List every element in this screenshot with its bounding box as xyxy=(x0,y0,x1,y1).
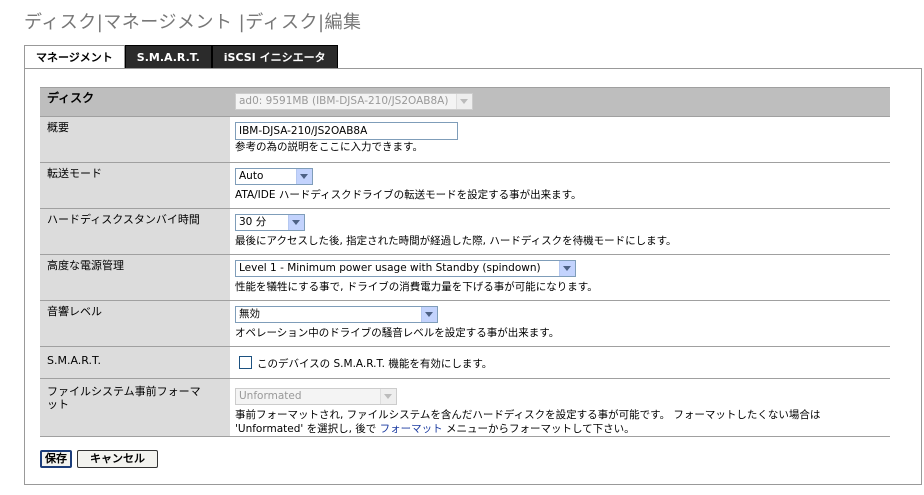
form-row-smart: S.M.A.R.T. このデバイスの S.M.A.R.T. 機能を有効にします。 xyxy=(40,346,890,379)
transfer-mode-help: ATA/IDE ハードディスクドライブの転送モードを設定する事が出来ます。 xyxy=(235,189,582,201)
acoustic-select-value: 無効 xyxy=(239,308,260,320)
power-value-cell: Level 1 - Minimum power usage with Stand… xyxy=(230,254,890,301)
form-row-standby: ハードディスクスタンバイ時間 30 分 最後にアクセスした後, 指定された時間が… xyxy=(40,208,890,255)
form-row-transfer-mode: 転送モード Auto ATA/IDE ハードディスクドライブの転送モードを設定す… xyxy=(40,162,890,209)
disk-select-value: ad0: 9591MB (IBM-DJSA-210/JS2OAB8A) xyxy=(239,95,449,107)
chevron-down-icon xyxy=(421,307,437,322)
preformat-select-value: Unformated xyxy=(239,390,302,402)
form-row-acoustic: 音響レベル 無効 オペレーション中のドライブの騒音レベルを設定する事が出来ます。 xyxy=(40,300,890,347)
tab-smart[interactable]: S.M.A.R.T. xyxy=(124,45,212,69)
standby-select-value: 30 分 xyxy=(239,216,267,228)
tab-bar: マネージメント S.M.A.R.T. iSCSI イニシエータ xyxy=(24,45,338,69)
transfer-mode-value-cell: Auto ATA/IDE ハードディスクドライブの転送モードを設定する事が出来ま… xyxy=(230,162,890,209)
acoustic-label: 音響レベル xyxy=(40,300,230,347)
disk-value-cell: ad0: 9591MB (IBM-DJSA-210/JS2OAB8A) xyxy=(230,87,890,117)
acoustic-value-cell: 無効 オペレーション中のドライブの騒音レベルを設定する事が出来ます。 xyxy=(230,300,890,347)
cancel-button[interactable]: キャンセル xyxy=(77,450,158,468)
description-value-cell: IBM-DJSA-210/JS2OAB8A 参考の為の説明をここに入力できます。 xyxy=(230,116,890,163)
tab-iscsi-initiator[interactable]: iSCSI イニシエータ xyxy=(211,45,338,69)
smart-enable-checkbox[interactable] xyxy=(239,356,252,369)
form-buttons: 保存 キャンセル xyxy=(40,450,158,468)
save-button[interactable]: 保存 xyxy=(40,450,72,468)
disk-select: ad0: 9591MB (IBM-DJSA-210/JS2OAB8A) xyxy=(235,93,473,110)
power-select[interactable]: Level 1 - Minimum power usage with Stand… xyxy=(235,260,576,277)
power-select-value: Level 1 - Minimum power usage with Stand… xyxy=(239,262,541,274)
form-row-power: 高度な電源管理 Level 1 - Minimum power usage wi… xyxy=(40,254,890,301)
tab-management[interactable]: マネージメント xyxy=(24,45,125,69)
description-help: 参考の為の説明をここに入力できます。 xyxy=(235,141,423,153)
disk-label: ディスク xyxy=(40,87,230,117)
preformat-help-line2: 'Unformated' を選択し, 後で フォーマット メニューからフォーマッ… xyxy=(235,423,890,436)
acoustic-help: オペレーション中のドライブの騒音レベルを設定する事が出来ます。 xyxy=(235,327,560,339)
chevron-down-icon xyxy=(380,389,396,404)
preformat-label: ファイルシステム事前フォーマット xyxy=(40,378,230,437)
power-help: 性能を犠牲にする事で, ドライブの消費電力量を下げる事が可能になります。 xyxy=(235,281,598,293)
format-menu-link[interactable]: フォーマット xyxy=(380,423,443,435)
transfer-mode-label: 転送モード xyxy=(40,162,230,209)
chevron-down-icon xyxy=(456,94,472,109)
tab-panel: ディスク ad0: 9591MB (IBM-DJSA-210/JS2OAB8A)… xyxy=(24,68,922,485)
preformat-help-line1: 事前フォーマットされ, ファイルシステムを含んだハードディスクを設定する事が可能… xyxy=(235,409,821,421)
standby-help: 最後にアクセスした後, 指定された時間が経過した際, ハードディスクを待機モード… xyxy=(235,235,677,247)
description-input[interactable]: IBM-DJSA-210/JS2OAB8A xyxy=(235,122,458,140)
smart-enable-label: このデバイスの S.M.A.R.T. 機能を有効にします。 xyxy=(257,358,493,370)
standby-value-cell: 30 分 最後にアクセスした後, 指定された時間が経過した際, ハードディスクを… xyxy=(230,208,890,255)
transfer-mode-select-value: Auto xyxy=(239,170,264,182)
preformat-select: Unformated xyxy=(235,388,397,405)
standby-select[interactable]: 30 分 xyxy=(235,214,305,231)
acoustic-select[interactable]: 無効 xyxy=(235,306,438,323)
preformat-help-before: 'Unformated' を選択し, 後で xyxy=(235,423,377,435)
transfer-mode-select[interactable]: Auto xyxy=(235,168,313,185)
smart-value-cell: このデバイスの S.M.A.R.T. 機能を有効にします。 xyxy=(230,346,890,379)
disk-edit-form: ディスク ad0: 9591MB (IBM-DJSA-210/JS2OAB8A)… xyxy=(40,87,890,437)
form-row-description: 概要 IBM-DJSA-210/JS2OAB8A 参考の為の説明をここに入力でき… xyxy=(40,116,890,163)
standby-label: ハードディスクスタンバイ時間 xyxy=(40,208,230,255)
chevron-down-icon xyxy=(296,169,312,184)
smart-label: S.M.A.R.T. xyxy=(40,346,230,379)
form-row-disk: ディスク ad0: 9591MB (IBM-DJSA-210/JS2OAB8A) xyxy=(40,87,890,117)
power-label: 高度な電源管理 xyxy=(40,254,230,301)
chevron-down-icon xyxy=(288,215,304,230)
form-row-preformat: ファイルシステム事前フォーマット Unformated 事前フォーマットされ, … xyxy=(40,378,890,437)
preformat-help-after: メニューからフォーマットして下さい。 xyxy=(445,423,635,435)
preformat-value-cell: Unformated 事前フォーマットされ, ファイルシステムを含んだハードディ… xyxy=(230,378,890,437)
description-label: 概要 xyxy=(40,116,230,163)
chevron-down-icon xyxy=(559,261,575,276)
page-title: ディスク|マネージメント |ディスク|編集 xyxy=(24,12,362,33)
